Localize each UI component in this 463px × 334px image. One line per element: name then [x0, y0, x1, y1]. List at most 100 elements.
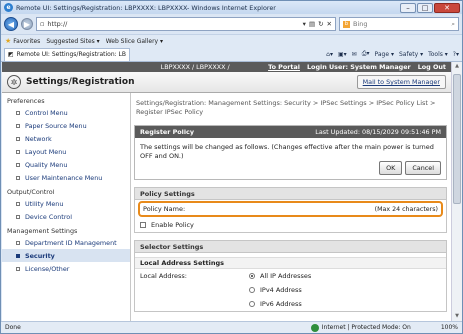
- radio-all-ip-label: All IP Addresses: [260, 272, 312, 280]
- search-icon[interactable]: ⌕: [451, 20, 455, 29]
- stop-icon[interactable]: ✕: [327, 20, 332, 28]
- address-dropdown-icon[interactable]: ▾: [303, 20, 306, 28]
- sidebar-item-label: Network: [25, 134, 52, 143]
- action-buttons: OK Cancel: [379, 160, 441, 175]
- header-links: To Portal Login User: System Manager Log…: [268, 63, 446, 71]
- address-input[interactable]: http://: [47, 20, 299, 28]
- favorites-button[interactable]: ★ Favorites: [5, 37, 40, 45]
- refresh-icon[interactable]: ↻: [318, 20, 323, 28]
- favorites-bar: ★ Favorites Suggested Sites ▾ Web Slice …: [1, 34, 462, 47]
- safety-menu[interactable]: Safety ▾: [399, 51, 423, 58]
- panel-title: Register Policy: [140, 128, 194, 136]
- sidebar-item-control-menu[interactable]: Control Menu: [2, 106, 130, 119]
- window-title: Remote UI: Settings/Registration: LBPXXX…: [16, 3, 276, 12]
- logout-link[interactable]: Log Out: [418, 63, 446, 71]
- forward-button[interactable]: ▶: [21, 18, 33, 30]
- bullet-icon: [16, 123, 20, 128]
- login-user-label: Login User: System Manager: [306, 63, 411, 71]
- home-icon[interactable]: ⌂▾: [326, 51, 333, 58]
- search-input[interactable]: Bing: [353, 20, 451, 28]
- sidebar-item-user-maintenance[interactable]: User Maintenance Menu: [2, 171, 130, 184]
- mail-icon[interactable]: ✉: [352, 51, 357, 58]
- bullet-icon: [16, 110, 20, 115]
- sidebar-item-utility[interactable]: Utility Menu: [2, 197, 130, 210]
- local-address-row: Local Address: All IP Addresses: [135, 269, 446, 283]
- ie-logo-icon: e: [4, 3, 13, 12]
- cancel-button[interactable]: Cancel: [405, 160, 441, 175]
- sidebar-item-device-control[interactable]: Device Control: [2, 210, 130, 223]
- tab-title: Remote UI: Settings/Registration: LBPXXX…: [16, 51, 126, 58]
- feeds-icon[interactable]: ▣▾: [338, 51, 347, 58]
- sidebar-item-department-id[interactable]: Department ID Management: [2, 236, 130, 249]
- radio-all-ip[interactable]: [249, 273, 255, 279]
- back-button[interactable]: ◀: [4, 17, 18, 31]
- sidebar-item-label: Quality Menu: [25, 160, 68, 169]
- last-updated: Last Updated: 08/15/2029 09:51:46 PM: [315, 128, 441, 136]
- radio-ipv6[interactable]: [249, 301, 255, 307]
- browser-window: e Remote UI: Settings/Registration: LBPX…: [0, 0, 463, 334]
- sidebar-item-license[interactable]: License/Other: [2, 262, 130, 275]
- local-address-settings-title: Local Address Settings: [135, 257, 446, 269]
- bing-icon: b: [343, 20, 350, 28]
- zoom-level[interactable]: 100%: [441, 324, 458, 331]
- vertical-scrollbar[interactable]: ▲ ▼: [451, 62, 462, 323]
- sidebar-item-label: Layout Menu: [25, 147, 67, 156]
- web-slice-gallery-link[interactable]: Web Slice Gallery ▾: [106, 38, 163, 45]
- ipv6-row: IPv6 Address: [135, 297, 446, 311]
- minimize-button[interactable]: –: [400, 2, 416, 13]
- tools-menu[interactable]: Tools ▾: [428, 51, 448, 58]
- sidebar-item-label: Device Control: [25, 212, 72, 221]
- enable-policy-row: Enable Policy: [135, 218, 446, 232]
- change-notice: The settings will be changed as follows.…: [140, 143, 434, 160]
- status-bar: Done Internet | Protected Mode: On 100%: [1, 321, 462, 333]
- sidebar-item-layout[interactable]: Layout Menu: [2, 145, 130, 158]
- zone-label: Internet | Protected Mode: On: [321, 324, 411, 331]
- mail-to-system-manager-button[interactable]: Mail to System Manager: [356, 75, 446, 89]
- scroll-up-icon[interactable]: ▲: [453, 63, 461, 72]
- address-bar[interactable]: ▫ http:// ▾ ▤ ↻ ✕: [36, 17, 336, 31]
- sidebar-item-security[interactable]: Security: [2, 249, 130, 262]
- register-policy-panel: Register Policy Last Updated: 08/15/2029…: [134, 125, 447, 180]
- sidebar-item-paper-source[interactable]: Paper Source Menu: [2, 119, 130, 132]
- sidebar-category-management: Management Settings: [7, 227, 78, 235]
- bullet-icon: [16, 201, 20, 206]
- star-icon: ★: [5, 37, 12, 45]
- search-box[interactable]: b Bing ⌕: [339, 17, 459, 31]
- print-icon[interactable]: ⎙▾: [362, 50, 370, 58]
- main-content: Settings/Registration: Management Settin…: [134, 93, 447, 323]
- sidebar-item-label: Utility Menu: [25, 199, 64, 208]
- sidebar-item-label: Security: [25, 251, 55, 260]
- help-icon[interactable]: ?▾: [453, 51, 459, 58]
- register-policy-body: The settings will be changed as follows.…: [135, 138, 446, 179]
- device-header: LBPXXXX / LBPXXXX / To Portal Login User…: [2, 62, 451, 72]
- page-menu[interactable]: Page ▾: [375, 51, 394, 58]
- radio-ipv6-label: IPv6 Address: [260, 300, 302, 308]
- sidebar-item-quality[interactable]: Quality Menu: [2, 158, 130, 171]
- sidebar-item-network[interactable]: Network: [2, 132, 130, 145]
- selector-settings-section: Selector Settings Local Address Settings…: [134, 240, 447, 312]
- close-button[interactable]: ✕: [434, 2, 460, 13]
- suggested-sites-link[interactable]: Suggested Sites ▾: [46, 38, 99, 45]
- compatibility-icon[interactable]: ▤: [309, 20, 315, 28]
- bullet-icon: [16, 214, 20, 219]
- web-content: LBPXXXX / LBPXXXX / To Portal Login User…: [2, 62, 451, 323]
- browser-tab[interactable]: ◩ Remote UI: Settings/Registration: LBPX…: [4, 47, 130, 61]
- bullet-icon: [16, 253, 20, 258]
- policy-name-hint: (Max 24 characters): [374, 205, 438, 213]
- sidebar-category-output: Output/Control: [7, 188, 55, 196]
- enable-policy-label: Enable Policy: [151, 221, 194, 229]
- to-portal-link[interactable]: To Portal: [268, 63, 300, 71]
- sidebar-item-label: User Maintenance Menu: [25, 173, 103, 182]
- scroll-thumb[interactable]: [453, 74, 461, 204]
- register-policy-header: Register Policy Last Updated: 08/15/2029…: [135, 126, 446, 138]
- title-bar: e Remote UI: Settings/Registration: LBPX…: [1, 1, 462, 14]
- enable-policy-checkbox[interactable]: [140, 222, 146, 228]
- policy-name-input[interactable]: (Max 24 characters): [248, 205, 438, 214]
- security-zone[interactable]: Internet | Protected Mode: On: [310, 323, 411, 332]
- maximize-button[interactable]: □: [417, 2, 433, 13]
- breadcrumb: Settings/Registration: Management Settin…: [136, 99, 436, 116]
- status-text: Done: [5, 324, 21, 331]
- ok-button[interactable]: OK: [379, 160, 403, 175]
- radio-ipv4[interactable]: [249, 287, 255, 293]
- device-name: LBPXXXX / LBPXXXX /: [160, 63, 230, 71]
